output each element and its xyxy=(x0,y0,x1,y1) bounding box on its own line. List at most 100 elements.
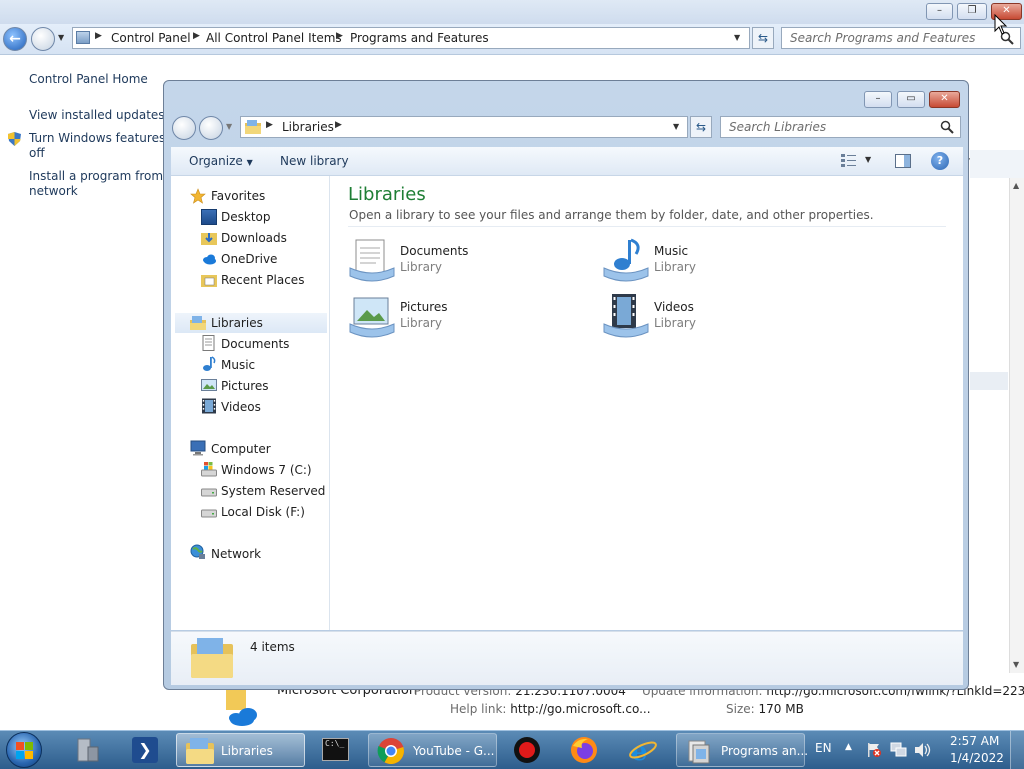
taskbar-firefox[interactable] xyxy=(562,733,608,767)
programs-search-input[interactable]: Search Programs and Features xyxy=(781,27,1021,49)
nav-drive-c[interactable]: Windows 7 (C:) xyxy=(221,463,312,477)
library-item-documents[interactable]: Documents Library xyxy=(346,236,566,284)
forward-button[interactable] xyxy=(31,27,55,51)
breadcrumb-separator-icon: ▶ xyxy=(266,120,273,130)
program-list-scrollbar[interactable]: ▲ ▼ xyxy=(1009,178,1024,673)
libraries-search-input[interactable]: Search Libraries xyxy=(720,116,961,138)
clock-date[interactable]: 1/4/2022 xyxy=(950,751,1004,765)
breadcrumb-control-panel[interactable]: Control Panel xyxy=(111,31,191,45)
nav-documents[interactable]: Documents xyxy=(221,337,289,351)
restore-button[interactable]: ❐ xyxy=(957,3,987,20)
internet-explorer-icon: e xyxy=(629,737,657,764)
nav-onedrive[interactable]: OneDrive xyxy=(221,252,277,266)
pictures-icon xyxy=(201,379,217,391)
help-icon[interactable]: ? xyxy=(931,152,949,170)
nav-computer[interactable]: Computer xyxy=(211,442,271,456)
view-dropdown-icon[interactable]: ▼ xyxy=(865,155,871,164)
nav-drive-d[interactable]: System Reserved (D: xyxy=(221,484,347,498)
library-item-pictures[interactable]: Pictures Library xyxy=(346,292,566,340)
action-center-flag-icon[interactable] xyxy=(866,742,882,758)
libraries-address-dropdown-icon[interactable]: ▼ xyxy=(673,122,679,131)
scroll-up-icon[interactable]: ▲ xyxy=(1013,181,1019,190)
install-from-network-line1: Install a program from th xyxy=(29,169,180,183)
details-pane: 4 items xyxy=(171,631,963,685)
taskbar-chrome[interactable]: YouTube - G... xyxy=(368,733,497,767)
taskbar-libraries[interactable]: Libraries xyxy=(176,733,305,767)
back-arrow-icon: ← xyxy=(9,31,21,47)
start-button[interactable] xyxy=(6,732,42,768)
breadcrumb-separator-icon: ▶ xyxy=(335,120,342,130)
taskbar-server-manager[interactable] xyxy=(64,733,110,767)
nav-desktop[interactable]: Desktop xyxy=(221,210,271,224)
libraries-recent-chevron-icon[interactable]: ▼ xyxy=(226,122,232,131)
volume-icon[interactable] xyxy=(914,742,932,758)
taskbar-powershell[interactable]: ❯ xyxy=(122,733,168,767)
show-desktop-button[interactable] xyxy=(1010,731,1024,769)
taskbar-recorder[interactable] xyxy=(505,733,551,767)
page-subtitle: Open a library to see your files and arr… xyxy=(349,208,874,222)
program-list-header xyxy=(970,150,1024,178)
taskbar-internet-explorer[interactable]: e xyxy=(620,733,666,767)
show-hidden-icons-chevron[interactable]: ▲ xyxy=(845,742,852,752)
hard-drive-icon xyxy=(201,509,217,518)
install-from-network-link[interactable]: Install a program from th network xyxy=(29,169,179,199)
help-link-value[interactable]: http://go.microsoft.co... xyxy=(510,702,650,716)
scroll-down-icon[interactable]: ▼ xyxy=(1013,660,1019,669)
search-icon xyxy=(940,120,954,134)
nav-pictures[interactable]: Pictures xyxy=(221,379,269,393)
back-button[interactable]: ← xyxy=(3,27,27,51)
library-item-music[interactable]: Music Library xyxy=(600,236,820,284)
nav-libraries[interactable]: Libraries xyxy=(211,316,263,330)
libraries-address-bar[interactable]: ▶ Libraries ▶ ▼ xyxy=(240,116,688,138)
language-indicator[interactable]: EN xyxy=(815,741,832,755)
minimize-button[interactable]: – xyxy=(926,3,953,20)
nav-drive-f[interactable]: Local Disk (F:) xyxy=(221,505,305,519)
view-installed-updates-link[interactable]: View installed updates xyxy=(29,108,165,123)
selected-program-row[interactable] xyxy=(970,372,1008,390)
libraries-close-button[interactable]: ✕ xyxy=(929,91,960,108)
control-panel-icon xyxy=(76,31,90,44)
nav-downloads[interactable]: Downloads xyxy=(221,231,287,245)
refresh-button[interactable]: ⇆ xyxy=(752,27,774,49)
shield-icon xyxy=(8,132,21,146)
organize-button[interactable]: Organize ▼ xyxy=(189,154,253,168)
server-manager-icon xyxy=(77,738,99,762)
nav-network[interactable]: Network xyxy=(211,547,261,561)
nav-favorites[interactable]: Favorites xyxy=(211,189,265,203)
nav-recent-places[interactable]: Recent Places xyxy=(221,273,304,287)
taskbar-chrome-label: YouTube - G... xyxy=(413,744,495,758)
network-status-icon[interactable] xyxy=(890,742,908,758)
recent-pages-chevron-icon[interactable]: ▼ xyxy=(58,33,64,42)
turn-windows-features-link[interactable]: Turn Windows features o off xyxy=(29,131,176,161)
breadcrumb-all-items[interactable]: All Control Panel Items xyxy=(206,31,342,45)
new-library-button[interactable]: New library xyxy=(280,154,349,168)
libraries-forward-button[interactable] xyxy=(199,116,223,140)
taskbar-libraries-label: Libraries xyxy=(221,744,273,758)
nav-videos[interactable]: Videos xyxy=(221,400,261,414)
libraries-window: – ▭ ✕ ▼ ▶ Libraries ▶ ▼ ⇆ Search Librari… xyxy=(163,80,969,690)
change-view-icon[interactable] xyxy=(841,154,857,168)
control-panel-home-link[interactable]: Control Panel Home xyxy=(29,72,148,87)
library-item-type: Library xyxy=(400,260,442,274)
library-item-name: Music xyxy=(654,244,689,258)
libraries-back-button[interactable] xyxy=(172,116,196,140)
address-bar[interactable]: ▶ Control Panel ▶ All Control Panel Item… xyxy=(72,27,750,49)
taskbar-programs-label: Programs an... xyxy=(721,744,809,758)
nav-music[interactable]: Music xyxy=(221,358,255,372)
libraries-maximize-button[interactable]: ▭ xyxy=(897,91,925,108)
taskbar-command-prompt[interactable]: C:\_ xyxy=(312,733,358,767)
address-dropdown-icon[interactable]: ▼ xyxy=(734,33,740,42)
turn-windows-features-line2: off xyxy=(29,146,45,160)
libraries-minimize-button[interactable]: – xyxy=(864,91,892,108)
libraries-refresh-button[interactable]: ⇆ xyxy=(690,116,712,138)
organize-dropdown-icon: ▼ xyxy=(246,158,253,167)
libraries-search-placeholder: Search Libraries xyxy=(729,120,827,134)
breadcrumb-libraries[interactable]: Libraries xyxy=(282,120,334,134)
clock-time[interactable]: 2:57 AM xyxy=(950,734,999,748)
taskbar-programs-and-features[interactable]: Programs an... xyxy=(676,733,809,767)
breadcrumb-programs-features[interactable]: Programs and Features xyxy=(350,31,489,45)
preview-pane-icon[interactable] xyxy=(895,154,911,168)
refresh-icon: ⇆ xyxy=(757,31,769,45)
recent-places-icon xyxy=(201,275,217,287)
library-item-videos[interactable]: Videos Library xyxy=(600,292,820,340)
